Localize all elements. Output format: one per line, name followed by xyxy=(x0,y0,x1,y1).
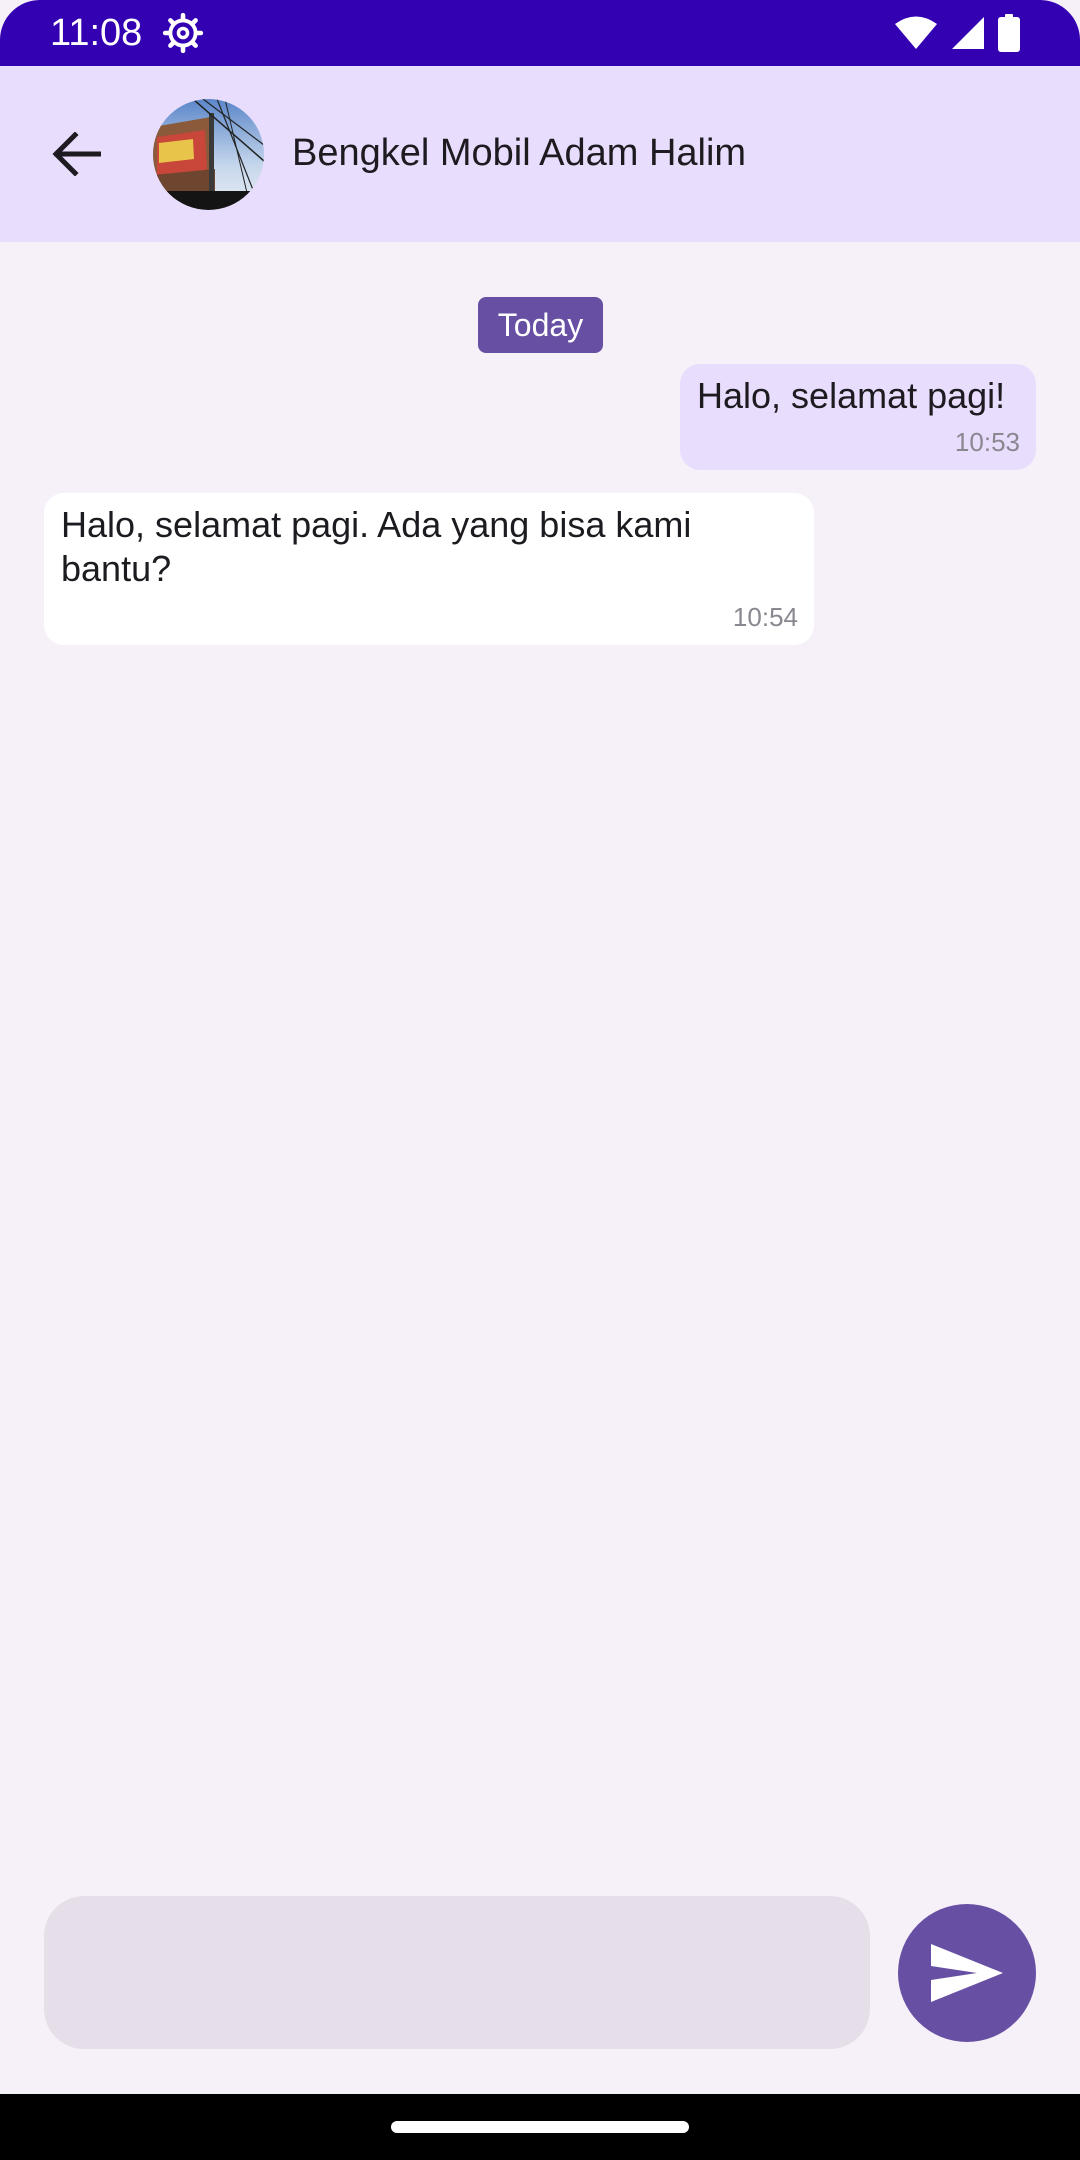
date-separator: Today xyxy=(478,297,603,353)
system-navigation-bar xyxy=(0,2094,1080,2160)
message-bubble-incoming: Halo, selamat pagi. Ada yang bisa kami b… xyxy=(44,493,814,645)
message-text: Halo, selamat pagi! xyxy=(697,375,1006,416)
battery-icon xyxy=(998,14,1020,52)
send-icon xyxy=(931,1944,1003,2002)
contact-name: Bengkel Mobil Adam Halim xyxy=(292,132,747,174)
arrow-back-icon xyxy=(52,132,101,176)
wifi-icon xyxy=(895,16,937,49)
status-time: 11:08 xyxy=(50,12,143,54)
message-input[interactable] xyxy=(44,1896,870,2049)
contact-avatar[interactable] xyxy=(153,99,264,210)
top-app-bar: Bengkel Mobil Adam Halim xyxy=(0,66,1080,242)
settings-gear-icon xyxy=(162,12,204,54)
message-bubble-outgoing: Halo, selamat pagi! 10:53 xyxy=(680,364,1036,470)
home-gesture-handle[interactable] xyxy=(391,2121,689,2133)
send-button[interactable] xyxy=(898,1904,1036,2042)
avatar-photo xyxy=(153,99,264,210)
message-time: 10:54 xyxy=(732,602,798,632)
cell-signal-icon xyxy=(952,17,984,49)
status-bar: 11:08 xyxy=(0,0,1080,66)
message-time: 10:53 xyxy=(954,427,1020,457)
message-text: Halo, selamat pagi. Ada yang bisa kami b… xyxy=(61,504,692,589)
back-button[interactable] xyxy=(44,122,108,186)
